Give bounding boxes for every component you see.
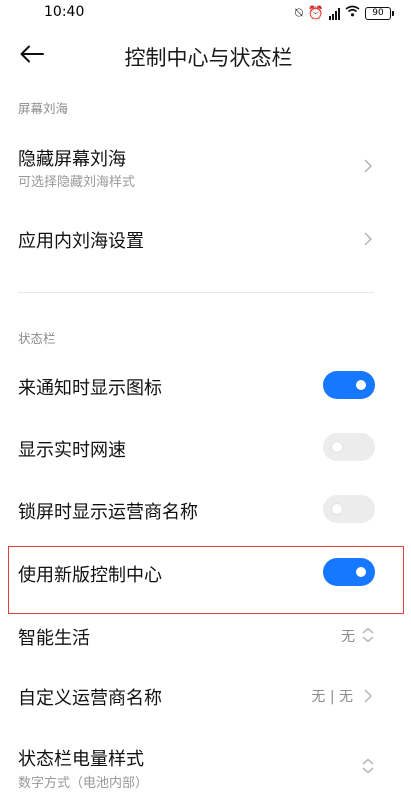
network-speed-toggle[interactable] xyxy=(323,433,375,461)
row-hide-notch[interactable]: 隐藏屏幕刘海 可选择隐藏刘海样式 xyxy=(0,138,411,198)
signal-icon xyxy=(329,7,340,20)
row-lockscreen-carrier: 锁屏时显示运营商名称 xyxy=(0,484,411,534)
row-label: 使用新版控制中心 xyxy=(18,565,162,586)
toggle-knob xyxy=(356,380,366,390)
page-header: 控制中心与状态栏 xyxy=(0,30,411,80)
notification-off-icon: ⍉ xyxy=(295,5,303,21)
row-label: 隐藏屏幕刘海 xyxy=(18,149,126,170)
row-value: 无 xyxy=(341,629,355,645)
toggle-knob xyxy=(332,442,342,452)
row-label: 显示实时网速 xyxy=(18,440,126,461)
toggle-knob xyxy=(356,567,366,577)
row-new-control-center: 使用新版控制中心 xyxy=(0,547,411,597)
status-icons: ⍉ ⏰ 90 xyxy=(295,5,394,22)
row-subtitle: 数字方式（电池内部） xyxy=(18,776,149,791)
chevron-up-down-icon xyxy=(361,758,375,774)
wifi-icon xyxy=(345,5,360,22)
row-notification-icons: 来通知时显示图标 xyxy=(0,360,411,410)
row-label: 自定义运营商名称 xyxy=(18,688,162,709)
new-control-center-toggle[interactable] xyxy=(323,558,375,586)
page-title: 控制中心与状态栏 xyxy=(124,46,293,70)
toggle-knob xyxy=(332,504,342,514)
clock: 10:40 xyxy=(44,4,85,20)
row-label: 来通知时显示图标 xyxy=(18,378,162,399)
battery-icon: 90 xyxy=(365,7,394,20)
section-label-statusbar: 状态栏 xyxy=(18,331,56,346)
section-label-notch: 屏幕刘海 xyxy=(18,101,69,116)
row-value: 无 | 无 xyxy=(311,689,353,705)
row-label: 智能生活 xyxy=(18,628,90,649)
row-smart-life[interactable]: 智能生活 无 xyxy=(0,612,411,660)
row-label: 应用内刘海设置 xyxy=(18,231,144,252)
row-custom-carrier-name[interactable]: 自定义运营商名称 无 | 无 xyxy=(0,672,411,720)
lockscreen-carrier-toggle[interactable] xyxy=(323,495,375,523)
chevron-up-down-icon xyxy=(361,627,375,643)
notification-icons-toggle[interactable] xyxy=(323,371,375,399)
chevron-right-icon xyxy=(361,159,375,173)
row-battery-style[interactable]: 状态栏电量样式 数字方式（电池内部） xyxy=(0,738,411,796)
system-status-bar: 10:40 ⍉ ⏰ 90 xyxy=(0,0,411,26)
row-network-speed: 显示实时网速 xyxy=(0,422,411,472)
chevron-right-icon xyxy=(361,689,375,703)
row-app-notch-settings[interactable]: 应用内刘海设置 xyxy=(0,214,411,264)
divider xyxy=(18,292,374,293)
row-label: 锁屏时显示运营商名称 xyxy=(18,502,198,523)
alarm-icon: ⏰ xyxy=(307,5,324,21)
row-subtitle: 可选择隐藏刘海样式 xyxy=(18,175,136,190)
row-label: 状态栏电量样式 xyxy=(18,749,144,770)
chevron-right-icon xyxy=(361,232,375,246)
